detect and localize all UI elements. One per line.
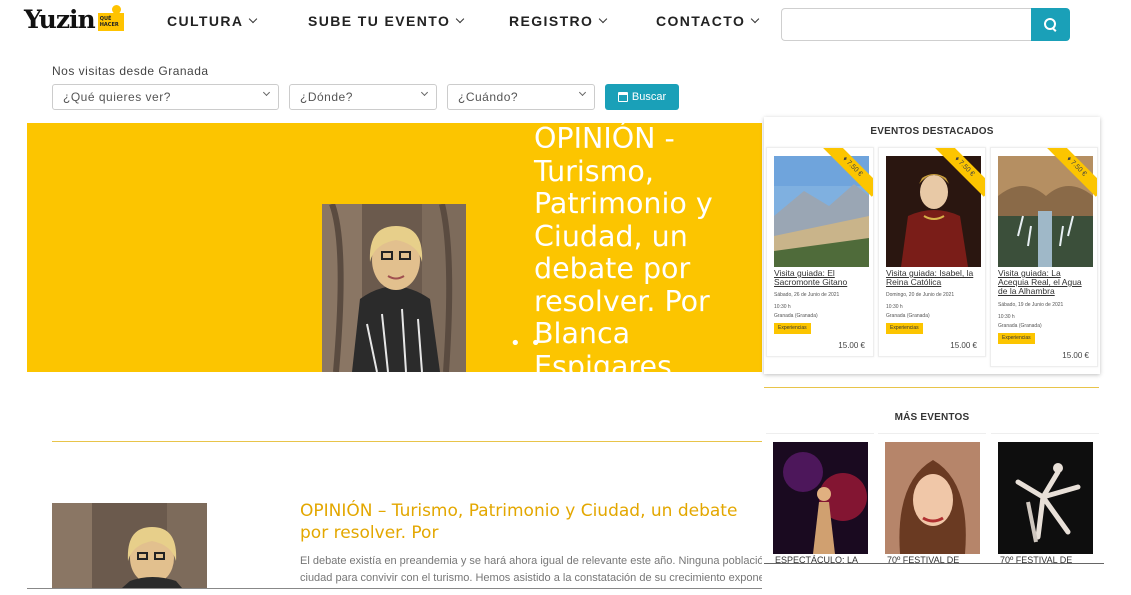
section-title: MÁS EVENTOS — [894, 412, 970, 423]
event-time: 10:30 h — [886, 304, 903, 310]
calendar-icon — [617, 92, 628, 102]
excerpt-line: El debate existía en preandemia y se har… — [300, 555, 762, 567]
select-value: ¿Cuándo? — [458, 90, 519, 104]
event-title[interactable]: Visita guiada: Isabel, la Reina Católica — [886, 269, 981, 287]
logo-text: Yuzin — [24, 5, 96, 34]
event-title[interactable]: Visita guiada: La Acequia Real, el Agua … — [998, 269, 1093, 296]
event-date: Sábado, 26 de Junio de 2021 — [774, 292, 840, 298]
carousel-dots[interactable]: • • — [510, 333, 543, 354]
featured-events-panel: EVENTOS DESTACADOS ♦ 7.50 € Visita guiad… — [764, 117, 1100, 374]
category-badge[interactable]: Experiencias — [774, 323, 811, 334]
event-venue: Granada (Granada) — [998, 323, 1042, 329]
event-title[interactable]: ESPECTÁCULO: LA — [775, 555, 870, 563]
chevron-down-icon — [456, 14, 465, 24]
button-label: Buscar — [631, 91, 667, 103]
event-card[interactable]: ♦ 7.50 € Visita guiada: El Sacromonte Gi… — [766, 147, 874, 357]
chevron-down-icon — [262, 88, 271, 97]
event-venue: Granada (Granada) — [886, 313, 930, 319]
event-card[interactable]: 70º FESTIVAL DE — [991, 433, 1099, 563]
nav-item-registro[interactable]: REGISTRO — [509, 13, 608, 29]
event-title[interactable]: 70º FESTIVAL DE — [1000, 555, 1095, 563]
nav-item-sube-tu-evento[interactable]: SUBE TU EVENTO — [308, 13, 465, 29]
chevron-down-icon — [578, 88, 587, 97]
event-image — [998, 442, 1093, 554]
nav-label: REGISTRO — [509, 13, 594, 29]
event-card[interactable]: ♦ 7.50 € Visita guiada: La Acequia Real,… — [990, 147, 1098, 367]
search-input[interactable] — [781, 8, 1032, 41]
site-logo[interactable]: Yuzin QUÉ HACER — [24, 5, 124, 34]
divider — [764, 563, 1104, 564]
event-date: Sábado, 19 de Junio de 2021 — [998, 302, 1064, 308]
chevron-down-icon — [420, 88, 429, 97]
section-title: EVENTOS DESTACADOS — [870, 126, 994, 137]
event-time: 10:30 h — [998, 314, 1015, 320]
article-excerpt: El debate existía en preandemia y se har… — [300, 553, 762, 587]
excerpt-line: ciudad para convivir con el turismo. Hem… — [300, 572, 762, 584]
event-card[interactable]: ESPECTÁCULO: LA — [766, 433, 874, 563]
divider — [764, 387, 1099, 388]
hero-author-photo — [322, 204, 466, 372]
search-button[interactable] — [1031, 8, 1070, 41]
event-image — [773, 442, 868, 554]
hero-banner[interactable]: OPINIÓN - Turismo, Patrimonio y Ciudad, … — [27, 123, 762, 372]
where-select[interactable]: ¿Dónde? — [289, 84, 437, 110]
category-badge[interactable]: Experiencias — [886, 323, 923, 334]
chevron-down-icon — [249, 14, 258, 24]
event-title[interactable]: 70º FESTIVAL DE — [887, 555, 982, 563]
nav-label: SUBE TU EVENTO — [308, 13, 451, 29]
event-date: Domingo, 20 de Junio de 2021 — [886, 292, 955, 298]
nav-label: CONTACTO — [656, 13, 746, 29]
event-title[interactable]: Visita guiada: El Sacromonte Gitano — [774, 269, 869, 287]
event-price: 15.00 € — [838, 341, 865, 350]
chevron-down-icon — [599, 14, 608, 24]
logo-tag: QUÉ HACER — [97, 13, 124, 31]
event-card[interactable]: ♦ 7.50 € Visita guiada: Isabel, la Reina… — [878, 147, 986, 357]
chevron-down-icon — [750, 14, 760, 24]
search-icon — [1044, 18, 1057, 31]
search-events-button[interactable]: Buscar — [605, 84, 679, 110]
divider — [52, 441, 762, 442]
event-price: 15.00 € — [1062, 351, 1089, 360]
event-venue: Granada (Granada) — [774, 313, 818, 319]
event-card[interactable]: 70º FESTIVAL DE — [878, 433, 986, 563]
hero-title[interactable]: OPINIÓN - Turismo, Patrimonio y Ciudad, … — [534, 123, 756, 372]
when-select[interactable]: ¿Cuándo? — [447, 84, 595, 110]
logo-dot-icon — [112, 5, 121, 14]
select-value: ¿Dónde? — [300, 90, 353, 104]
nav-label: CULTURA — [167, 13, 244, 29]
what-select[interactable]: ¿Qué quieres ver? — [52, 84, 279, 110]
nav-item-contacto[interactable]: CONTACTO — [656, 13, 760, 29]
event-image — [885, 442, 980, 554]
divider — [27, 588, 762, 589]
location-label: Nos visitas desde Granada — [52, 64, 209, 78]
article-thumbnail[interactable] — [52, 503, 207, 588]
category-badge[interactable]: Experiencias — [998, 333, 1035, 344]
select-value: ¿Qué quieres ver? — [63, 90, 171, 104]
event-time: 10:30 h — [774, 304, 791, 310]
article-title[interactable]: OPINIÓN – Turismo, Patrimonio y Ciudad, … — [300, 500, 762, 546]
nav-item-cultura[interactable]: CULTURA — [167, 13, 258, 29]
event-price: 15.00 € — [950, 341, 977, 350]
